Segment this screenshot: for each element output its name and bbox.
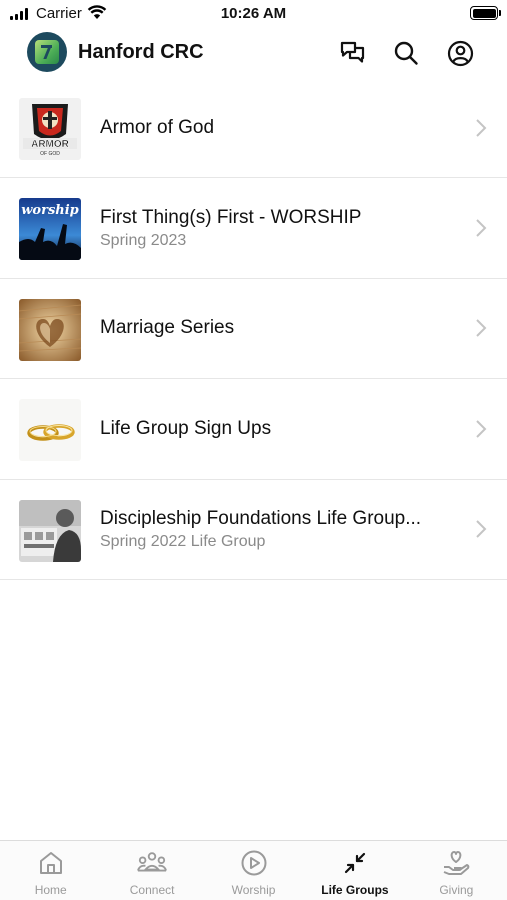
account-icon[interactable] [445,38,475,68]
battery-icon [470,6,498,20]
home-icon [36,849,66,877]
list-item[interactable]: worship First Thing(s) First - WORSHIP S… [0,178,507,279]
svg-text:OF GOD: OF GOD [40,151,60,157]
tab-worship[interactable]: Worship [203,841,304,900]
group-subtitle: Spring 2022 Life Group [100,532,266,550]
tab-connect[interactable]: Connect [101,841,202,900]
tab-life-groups[interactable]: Life Groups [304,841,405,900]
arrows-in-icon [340,849,370,877]
list-item[interactable]: Marriage Series [0,279,507,380]
svg-text:ARMOR: ARMOR [31,139,70,150]
search-icon[interactable] [391,38,421,68]
chevron-right-icon [476,319,487,338]
tab-label: Home [34,883,67,897]
tab-label: Connect [129,883,175,897]
group-title: Discipleship Foundations Life Group... [100,507,422,529]
group-title: Armor of God [100,116,215,138]
clock: 10:26 AM [220,5,287,22]
life-groups-list: ARMOR OF GOD Armor of God worship First … [0,78,507,580]
people-icon [137,849,168,877]
list-item[interactable]: Discipleship Foundations Life Group... S… [0,480,507,580]
tab-label: Worship [231,883,276,897]
chevron-right-icon [476,219,487,237]
group-title: Life Group Sign Ups [100,417,272,439]
group-title: First Thing(s) First - WORSHIP [100,206,362,228]
group-photo-image [19,499,81,562]
list-item[interactable]: Life Group Sign Ups [0,379,507,480]
chevron-right-icon [476,520,487,538]
armor-of-god-image: ARMOR OF GOD [19,98,81,160]
tab-bar: Home Connect Worship Life Groups Giving [0,840,507,900]
tab-home[interactable]: Home [0,841,101,900]
heart-hand-icon [441,849,471,877]
wedding-rings-image [19,399,81,462]
worship-image: worship [19,198,81,261]
app-header: Hanford CRC [0,28,507,78]
chevron-right-icon [476,420,487,438]
tab-label: Giving [439,883,474,897]
tab-label: Life Groups [321,883,389,897]
church-logo [27,32,67,72]
tab-giving[interactable]: Giving [406,841,507,900]
app-title: Hanford CRC [78,41,204,63]
worship-thumb-text: worship [21,203,79,218]
heart-book-image [19,298,81,361]
group-title: Marriage Series [100,317,235,339]
group-subtitle: Spring 2023 [100,231,187,249]
list-item[interactable]: ARMOR OF GOD Armor of God [0,78,507,179]
chat-icon[interactable] [338,38,368,68]
chevron-right-icon [476,118,487,137]
status-bar: Carrier 10:26 AM [0,0,507,28]
play-circle-icon [239,849,269,877]
